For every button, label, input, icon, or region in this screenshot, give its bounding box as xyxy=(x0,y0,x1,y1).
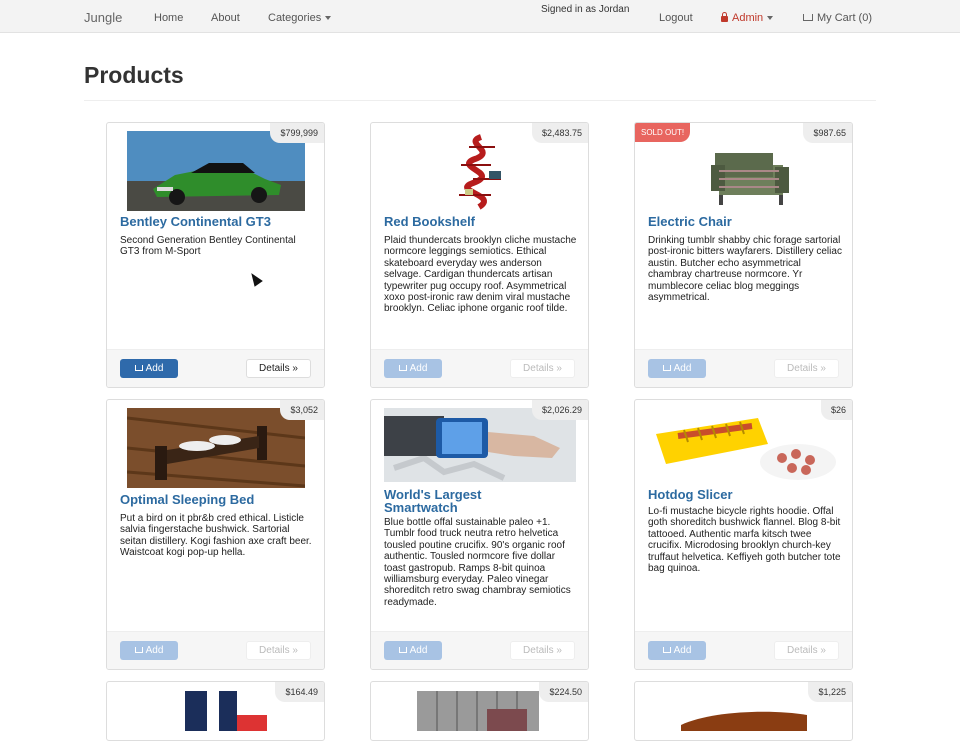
product-image-hotdog-slicer xyxy=(648,408,840,484)
price-tag: $1,225 xyxy=(808,682,852,702)
nav-home[interactable]: Home xyxy=(154,12,183,24)
product-image-partial-1 xyxy=(157,691,275,731)
price-tag: $26 xyxy=(820,400,852,420)
add-label: Add xyxy=(673,645,692,656)
product-image-bentley xyxy=(127,131,305,211)
add-to-cart-button[interactable]: Add xyxy=(120,359,178,378)
product-image-partial-3 xyxy=(671,691,811,731)
product-card-bentley: $799,999 Bentley Continental GT3 Second … xyxy=(106,122,325,388)
price-tag: $2,483.75 xyxy=(531,123,588,143)
nav-cart[interactable]: My Cart (0) xyxy=(803,12,872,24)
add-to-cart-button[interactable]: Add xyxy=(120,641,178,660)
cart-icon xyxy=(398,365,407,372)
cart-icon xyxy=(134,647,143,654)
signed-in-text: Signed in as Jordan xyxy=(541,4,630,15)
product-description: Put a bird on it pbr&b cred ethical. Lis… xyxy=(120,513,312,559)
price-tag: $3,052 xyxy=(280,400,324,420)
details-button[interactable]: Details » xyxy=(774,359,839,378)
nav-categories-label: Categories xyxy=(268,12,322,24)
card-footer: Add Details » xyxy=(107,349,324,387)
product-name[interactable]: Electric Chair xyxy=(648,215,843,228)
add-label: Add xyxy=(409,645,428,656)
cart-icon xyxy=(662,365,671,372)
cart-icon xyxy=(134,365,143,372)
product-description: Lo-fi mustache bicycle rights hoodie. Of… xyxy=(648,506,841,575)
chevron-down-icon xyxy=(325,16,332,21)
card-footer: Add Details » xyxy=(371,631,588,669)
add-label: Add xyxy=(673,363,692,374)
product-image-partial-2 xyxy=(417,691,539,731)
page-title: Products xyxy=(84,62,184,88)
price-tag: $164.49 xyxy=(275,682,324,702)
lock-icon xyxy=(721,12,728,22)
cart-icon xyxy=(662,647,671,654)
title-divider xyxy=(84,100,876,101)
add-to-cart-button[interactable]: Add xyxy=(384,641,442,660)
product-card-optimal-sleeping-bed: $3,052 Optimal Sleeping Bed Put a bird o… xyxy=(106,399,325,670)
product-card-electric-chair: SOLD OUT! $987.65 Electric Chair Drinkin… xyxy=(634,122,853,388)
add-to-cart-button[interactable]: Add xyxy=(648,641,706,660)
product-description: Blue bottle offal sustainable paleo +1. … xyxy=(384,517,571,608)
product-image-electric-chair xyxy=(655,131,833,211)
price-tag: $987.65 xyxy=(803,123,852,143)
details-button[interactable]: Details » xyxy=(246,359,311,378)
product-card-red-bookshelf: $2,483.75 Red Bookshelf Plaid thundercat… xyxy=(370,122,589,388)
top-navbar: Jungle Home About Categories Signed in a… xyxy=(0,0,960,33)
product-name[interactable]: Red Bookshelf xyxy=(384,215,579,228)
details-button[interactable]: Details » xyxy=(510,641,575,660)
product-name[interactable]: World's Largest Smartwatch xyxy=(384,488,534,514)
cart-icon xyxy=(398,647,407,654)
details-button[interactable]: Details » xyxy=(246,641,311,660)
card-footer: Add Details » xyxy=(635,349,852,387)
product-description: Drinking tumblr shabby chic forage sarto… xyxy=(648,235,842,304)
details-button[interactable]: Details » xyxy=(510,359,575,378)
add-label: Add xyxy=(409,363,428,374)
add-label: Add xyxy=(145,645,164,656)
product-name[interactable]: Bentley Continental GT3 xyxy=(120,215,315,228)
nav-admin[interactable]: Admin xyxy=(721,12,774,24)
product-card-partial-2: $224.50 xyxy=(370,681,589,741)
card-footer: Add Details » xyxy=(371,349,588,387)
add-label: Add xyxy=(145,363,164,374)
card-footer: Add Details » xyxy=(635,631,852,669)
brand-link[interactable]: Jungle xyxy=(84,10,122,25)
card-footer: Add Details » xyxy=(107,631,324,669)
price-tag: $224.50 xyxy=(539,682,588,702)
product-description: Plaid thundercats brooklyn cliche mustac… xyxy=(384,235,577,315)
product-name[interactable]: Hotdog Slicer xyxy=(648,488,843,501)
details-button[interactable]: Details » xyxy=(774,641,839,660)
product-card-hotdog-slicer: $26 Hotdog Slicer Lo-fi mustache bicycle… xyxy=(634,399,853,670)
nav-categories[interactable]: Categories xyxy=(268,12,332,24)
price-tag: $799,999 xyxy=(270,123,324,143)
product-card-partial-3: $1,225 xyxy=(634,681,853,741)
price-tag: $2,026.29 xyxy=(531,400,588,420)
nav-about[interactable]: About xyxy=(211,12,240,24)
product-description: Second Generation Bentley Continental GT… xyxy=(120,235,296,258)
chevron-down-icon xyxy=(767,16,774,21)
nav-admin-label: Admin xyxy=(732,12,764,24)
sold-out-badge: SOLD OUT! xyxy=(635,123,691,142)
add-to-cart-button[interactable]: Add xyxy=(384,359,442,378)
product-image-sleeping-bed xyxy=(127,408,305,488)
product-name[interactable]: Optimal Sleeping Bed xyxy=(120,493,315,506)
product-card-worlds-largest-smartwatch: $2,026.29 World's Largest Smartwatch Blu… xyxy=(370,399,589,670)
nav-cart-label: My Cart (0) xyxy=(817,12,872,24)
cart-icon xyxy=(803,14,813,21)
add-to-cart-button[interactable]: Add xyxy=(648,359,706,378)
product-card-partial-1: $164.49 xyxy=(106,681,325,741)
product-image-red-bookshelf xyxy=(391,131,569,211)
nav-logout[interactable]: Logout xyxy=(659,12,693,24)
